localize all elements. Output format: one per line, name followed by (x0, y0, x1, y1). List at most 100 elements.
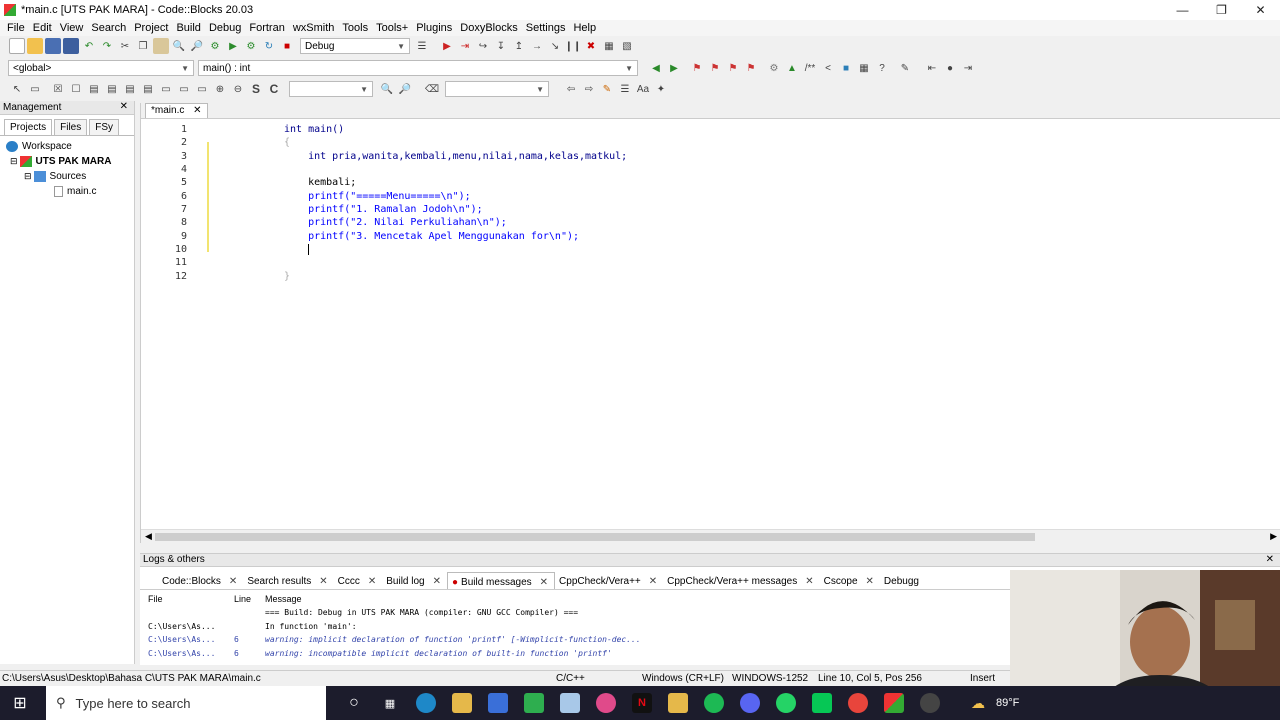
tab-fsymbols[interactable]: FSy (89, 119, 120, 135)
tree-workspace[interactable]: Workspace (0, 139, 134, 154)
tree-file-main[interactable]: main.c (0, 184, 134, 199)
layout-1-icon[interactable]: ▤ (86, 81, 102, 97)
layout-2-icon[interactable]: ▤ (104, 81, 120, 97)
menu-fortran[interactable]: Fortran (246, 22, 289, 34)
close-tab-icon[interactable]: ✕ (368, 576, 376, 587)
back-arrow-icon[interactable]: ⇦ (563, 81, 579, 97)
tab-debugger[interactable]: Debugg (880, 572, 925, 589)
folder-icon[interactable] (668, 693, 688, 713)
cut-icon[interactable]: ✂ (117, 38, 133, 54)
tab-cppcheck-messages[interactable]: CppCheck/Vera++ messages ✕ (663, 572, 819, 589)
search-combo-1[interactable]: ▼ (289, 81, 373, 97)
menu-debug[interactable]: Debug (206, 22, 246, 34)
function-select[interactable]: main() : int ▼ (198, 60, 638, 76)
menu-search[interactable]: Search (88, 22, 131, 34)
bookmark-toggle-icon[interactable]: ⚑ (689, 60, 705, 76)
menu-help[interactable]: Help (570, 22, 601, 34)
stop-debug-icon[interactable]: ✖ (583, 38, 599, 54)
save-all-icon[interactable] (63, 38, 79, 54)
zoom-in-icon[interactable]: ⊕ (212, 81, 228, 97)
next-line-icon[interactable]: ↪ (475, 38, 491, 54)
column-line[interactable]: Line (234, 594, 251, 604)
box-slash-icon[interactable]: ☐ (68, 81, 84, 97)
debug-windows-icon[interactable]: ▦ (601, 38, 617, 54)
rect-icon[interactable]: ▭ (27, 81, 43, 97)
tab-search-results[interactable]: Search results ✕ (243, 572, 333, 589)
edge-icon[interactable] (416, 693, 436, 713)
restore-button[interactable]: ❐ (1202, 0, 1241, 20)
close-button[interactable]: ✕ (1241, 0, 1280, 20)
tab-build-messages[interactable]: ● Build messages ✕ (447, 572, 556, 589)
column-file[interactable]: File (148, 594, 163, 604)
horizontal-scrollbar[interactable]: ◀ ▶ (141, 529, 1280, 543)
tab-projects[interactable]: Projects (4, 119, 53, 135)
open-icon[interactable] (27, 38, 43, 54)
box-x-icon[interactable]: ☒ (50, 81, 66, 97)
scope-select[interactable]: <global> ▼ (8, 60, 194, 76)
close-tab-icon[interactable]: ✕ (433, 576, 441, 587)
menu-project[interactable]: Project (131, 22, 173, 34)
new-file-icon[interactable] (9, 38, 25, 54)
bookmark-next-icon[interactable]: ⚑ (725, 60, 741, 76)
tab-codeblocks[interactable]: Code::Blocks ✕ (158, 572, 243, 589)
zoom-out-icon[interactable]: ⊖ (230, 81, 246, 97)
search-icon[interactable]: 🔍 (379, 81, 395, 97)
forward-arrow-icon[interactable]: ⇨ (581, 81, 597, 97)
dot-icon[interactable]: ● (942, 60, 958, 76)
close-logs-icon[interactable]: ✕ (1266, 554, 1274, 565)
tree-sources[interactable]: ⊟ Sources (0, 169, 134, 184)
clear-icon[interactable]: ⌫ (424, 81, 440, 97)
windows-start-icon[interactable]: ⊞ (10, 693, 30, 713)
collapse-icon[interactable]: ⊟ (10, 156, 18, 167)
doxy-chm-icon[interactable]: ? (874, 60, 890, 76)
file-icon[interactable] (560, 693, 580, 713)
discord-icon[interactable] (740, 693, 760, 713)
layout-4-icon[interactable]: ▤ (140, 81, 156, 97)
netflix-icon[interactable]: N (632, 693, 652, 713)
bookmark-prev-icon[interactable]: ⚑ (707, 60, 723, 76)
close-management-icon[interactable]: ✕ (120, 101, 128, 112)
menu-plugins[interactable]: Plugins (413, 22, 457, 34)
jump-forward-icon[interactable]: ▶ (666, 60, 682, 76)
menu-tools-plus[interactable]: Tools+ (373, 22, 413, 34)
run-to-cursor-icon[interactable]: ⇥ (457, 38, 473, 54)
search-settings-icon[interactable]: 🔎 (397, 81, 413, 97)
tab-cscope[interactable]: Cscope ✕ (820, 572, 880, 589)
app-green-icon[interactable] (524, 693, 544, 713)
scroll-left-icon[interactable]: ◀ (145, 531, 152, 542)
tab-cppcheck[interactable]: CppCheck/Vera++ ✕ (555, 572, 663, 589)
abort-icon[interactable]: ■ (279, 38, 295, 54)
shape-1-icon[interactable]: ▭ (158, 81, 174, 97)
menu-wxsmith[interactable]: wxSmith (290, 22, 340, 34)
code-area[interactable]: int main() { int pria,wanita,kembali,men… (211, 120, 1280, 527)
save-icon[interactable] (45, 38, 61, 54)
pointer-icon[interactable]: ↖ (9, 81, 25, 97)
whatsapp-icon[interactable] (776, 693, 796, 713)
various-info-icon[interactable]: ▧ (619, 38, 635, 54)
codeblocks-taskbar-icon[interactable] (884, 693, 904, 713)
step-instruction-icon[interactable]: ↘ (547, 38, 563, 54)
plugin-icon-2[interactable]: ▲ (784, 60, 800, 76)
cortana-icon[interactable]: ○ (344, 693, 364, 713)
tab-build-log[interactable]: Build log ✕ (382, 572, 447, 589)
layout-3-icon[interactable]: ▤ (122, 81, 138, 97)
close-tab-icon[interactable]: ✕ (540, 577, 548, 588)
file-explorer-icon[interactable] (452, 693, 472, 713)
collapse-sources-icon[interactable]: ⊟ (24, 171, 32, 182)
itunes-icon[interactable] (596, 693, 616, 713)
search-combo-2[interactable]: ▼ (445, 81, 549, 97)
build-gear-icon[interactable]: ⚙ (207, 38, 223, 54)
pause-icon[interactable]: ❙❙ (565, 38, 582, 54)
close-tab-icon[interactable]: ✕ (319, 576, 327, 587)
taskbar-search[interactable]: ⚲ Type here to search (46, 686, 326, 720)
debug-run-icon[interactable]: ▶ (439, 38, 455, 54)
rebuild-icon[interactable]: ↻ (261, 38, 277, 54)
config-icon[interactable]: ✎ (897, 60, 913, 76)
menu-file[interactable]: File (4, 22, 30, 34)
close-tab-icon[interactable]: ✕ (805, 576, 813, 587)
tab-cccc[interactable]: Cccc ✕ (334, 572, 383, 589)
tab-files[interactable]: Files (54, 119, 88, 135)
shape-3-icon[interactable]: ▭ (194, 81, 210, 97)
menu-edit[interactable]: Edit (30, 22, 57, 34)
fold-right-icon[interactable]: ⇥ (960, 60, 976, 76)
